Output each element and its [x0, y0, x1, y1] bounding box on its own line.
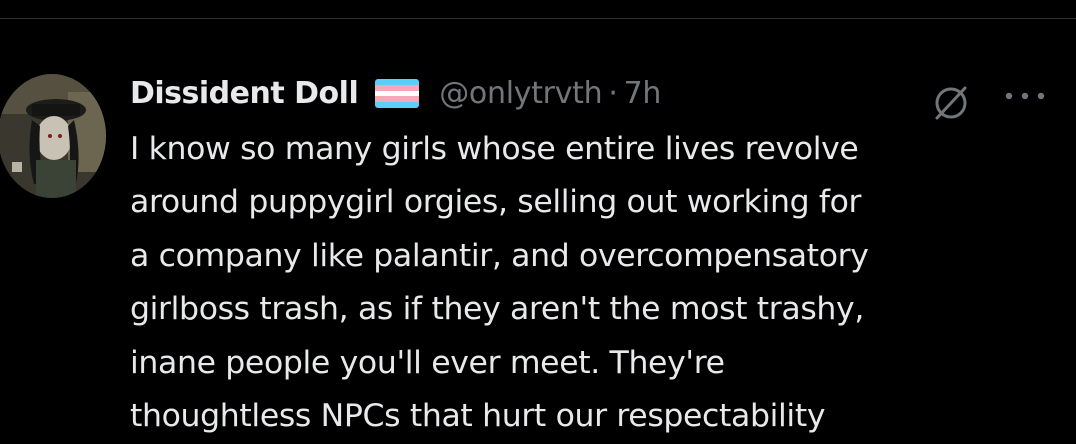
tweet-text-line: inane people you'll ever meet. They're [130, 344, 725, 381]
tweet-text-line: girlboss trash, as if they aren't the mo… [130, 291, 864, 328]
transgender-flag-icon [375, 78, 420, 108]
tweet-text-line: thoughtless NPCs that hurt our respectab… [130, 398, 826, 435]
tweet-text-line: I know so many girls whose entire lives … [130, 131, 859, 167]
avatar[interactable] [0, 74, 106, 198]
slashed-circle-icon [925, 77, 977, 129]
avatar-icon [0, 74, 106, 198]
tweet[interactable]: Dissident Doll @onlytrvth · 7h I know so… [0, 19, 1076, 444]
tweet-text-line: a company like palantir, and overcompens… [130, 237, 869, 274]
tweet-text: I know so many girls whose entire lives … [130, 123, 1060, 443]
separator-dot: · [608, 75, 618, 111]
tweet-header: Dissident Doll @onlytrvth · 7h [130, 69, 661, 117]
author-handle[interactable]: @onlytrvth [439, 76, 602, 111]
tweet-text-line: around puppygirl orgies, selling out wor… [130, 184, 862, 221]
more-options-icon[interactable] [1000, 85, 1050, 107]
timestamp[interactable]: 7h [624, 76, 662, 111]
display-name[interactable]: Dissident Doll [130, 76, 359, 111]
